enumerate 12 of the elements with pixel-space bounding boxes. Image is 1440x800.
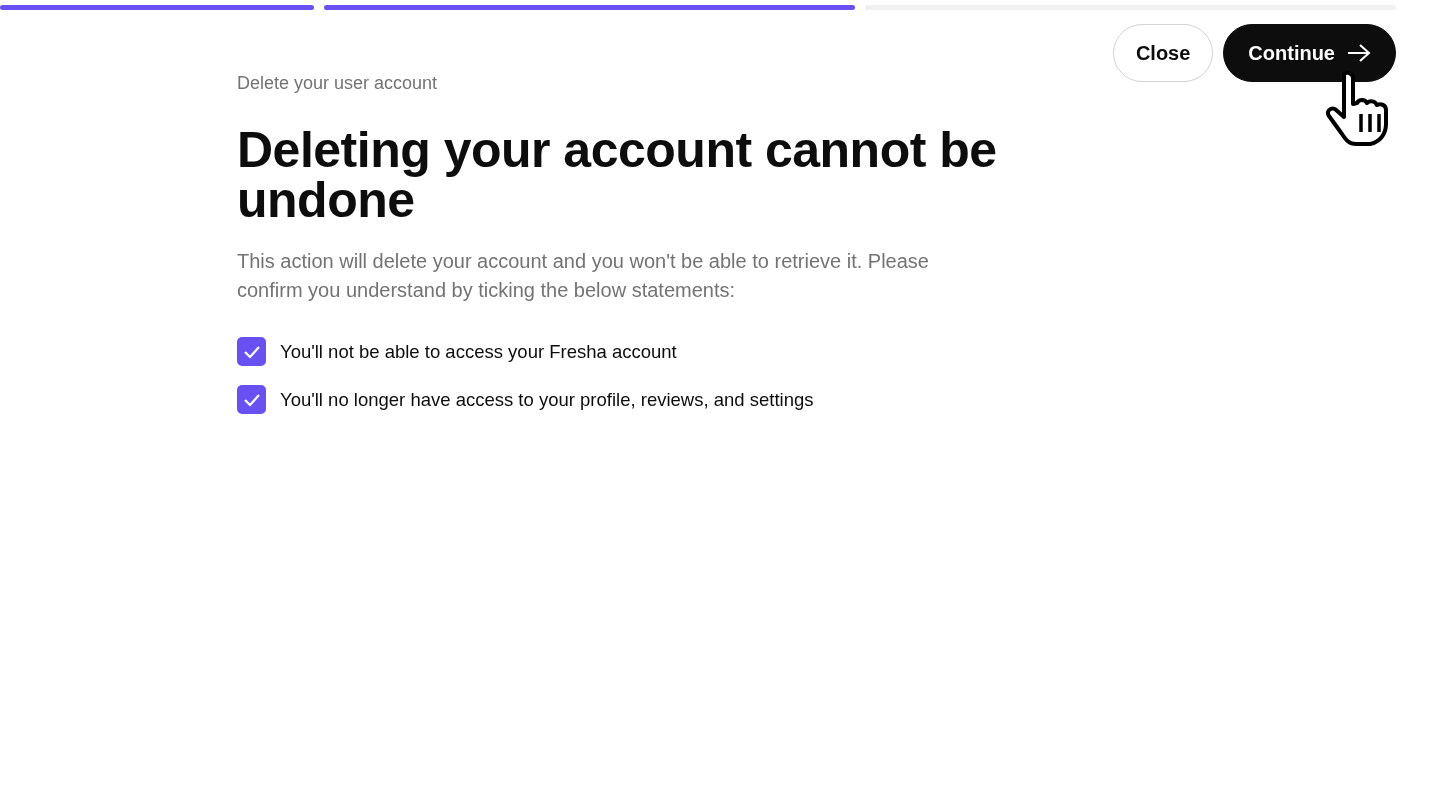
page-title: Deleting your account cannot be undone (237, 125, 998, 225)
checkbox[interactable] (237, 337, 266, 366)
checkbox[interactable] (237, 385, 266, 414)
continue-button[interactable]: Continue (1223, 24, 1396, 82)
checkbox-label: You'll not be able to access your Fresha account (280, 339, 677, 364)
close-button[interactable]: Close (1112, 24, 1214, 82)
arrow-right-icon (1347, 43, 1371, 63)
check-icon (242, 392, 261, 407)
check-icon (242, 344, 261, 359)
checkbox-label: You'll no longer have access to your profile, reviews, and settings (280, 387, 814, 412)
description: This action will delete your account and you won't be able to retrieve it. Please confirm you understand by ticking the below statements: (237, 249, 930, 303)
step-label: Delete your user account (237, 72, 439, 95)
